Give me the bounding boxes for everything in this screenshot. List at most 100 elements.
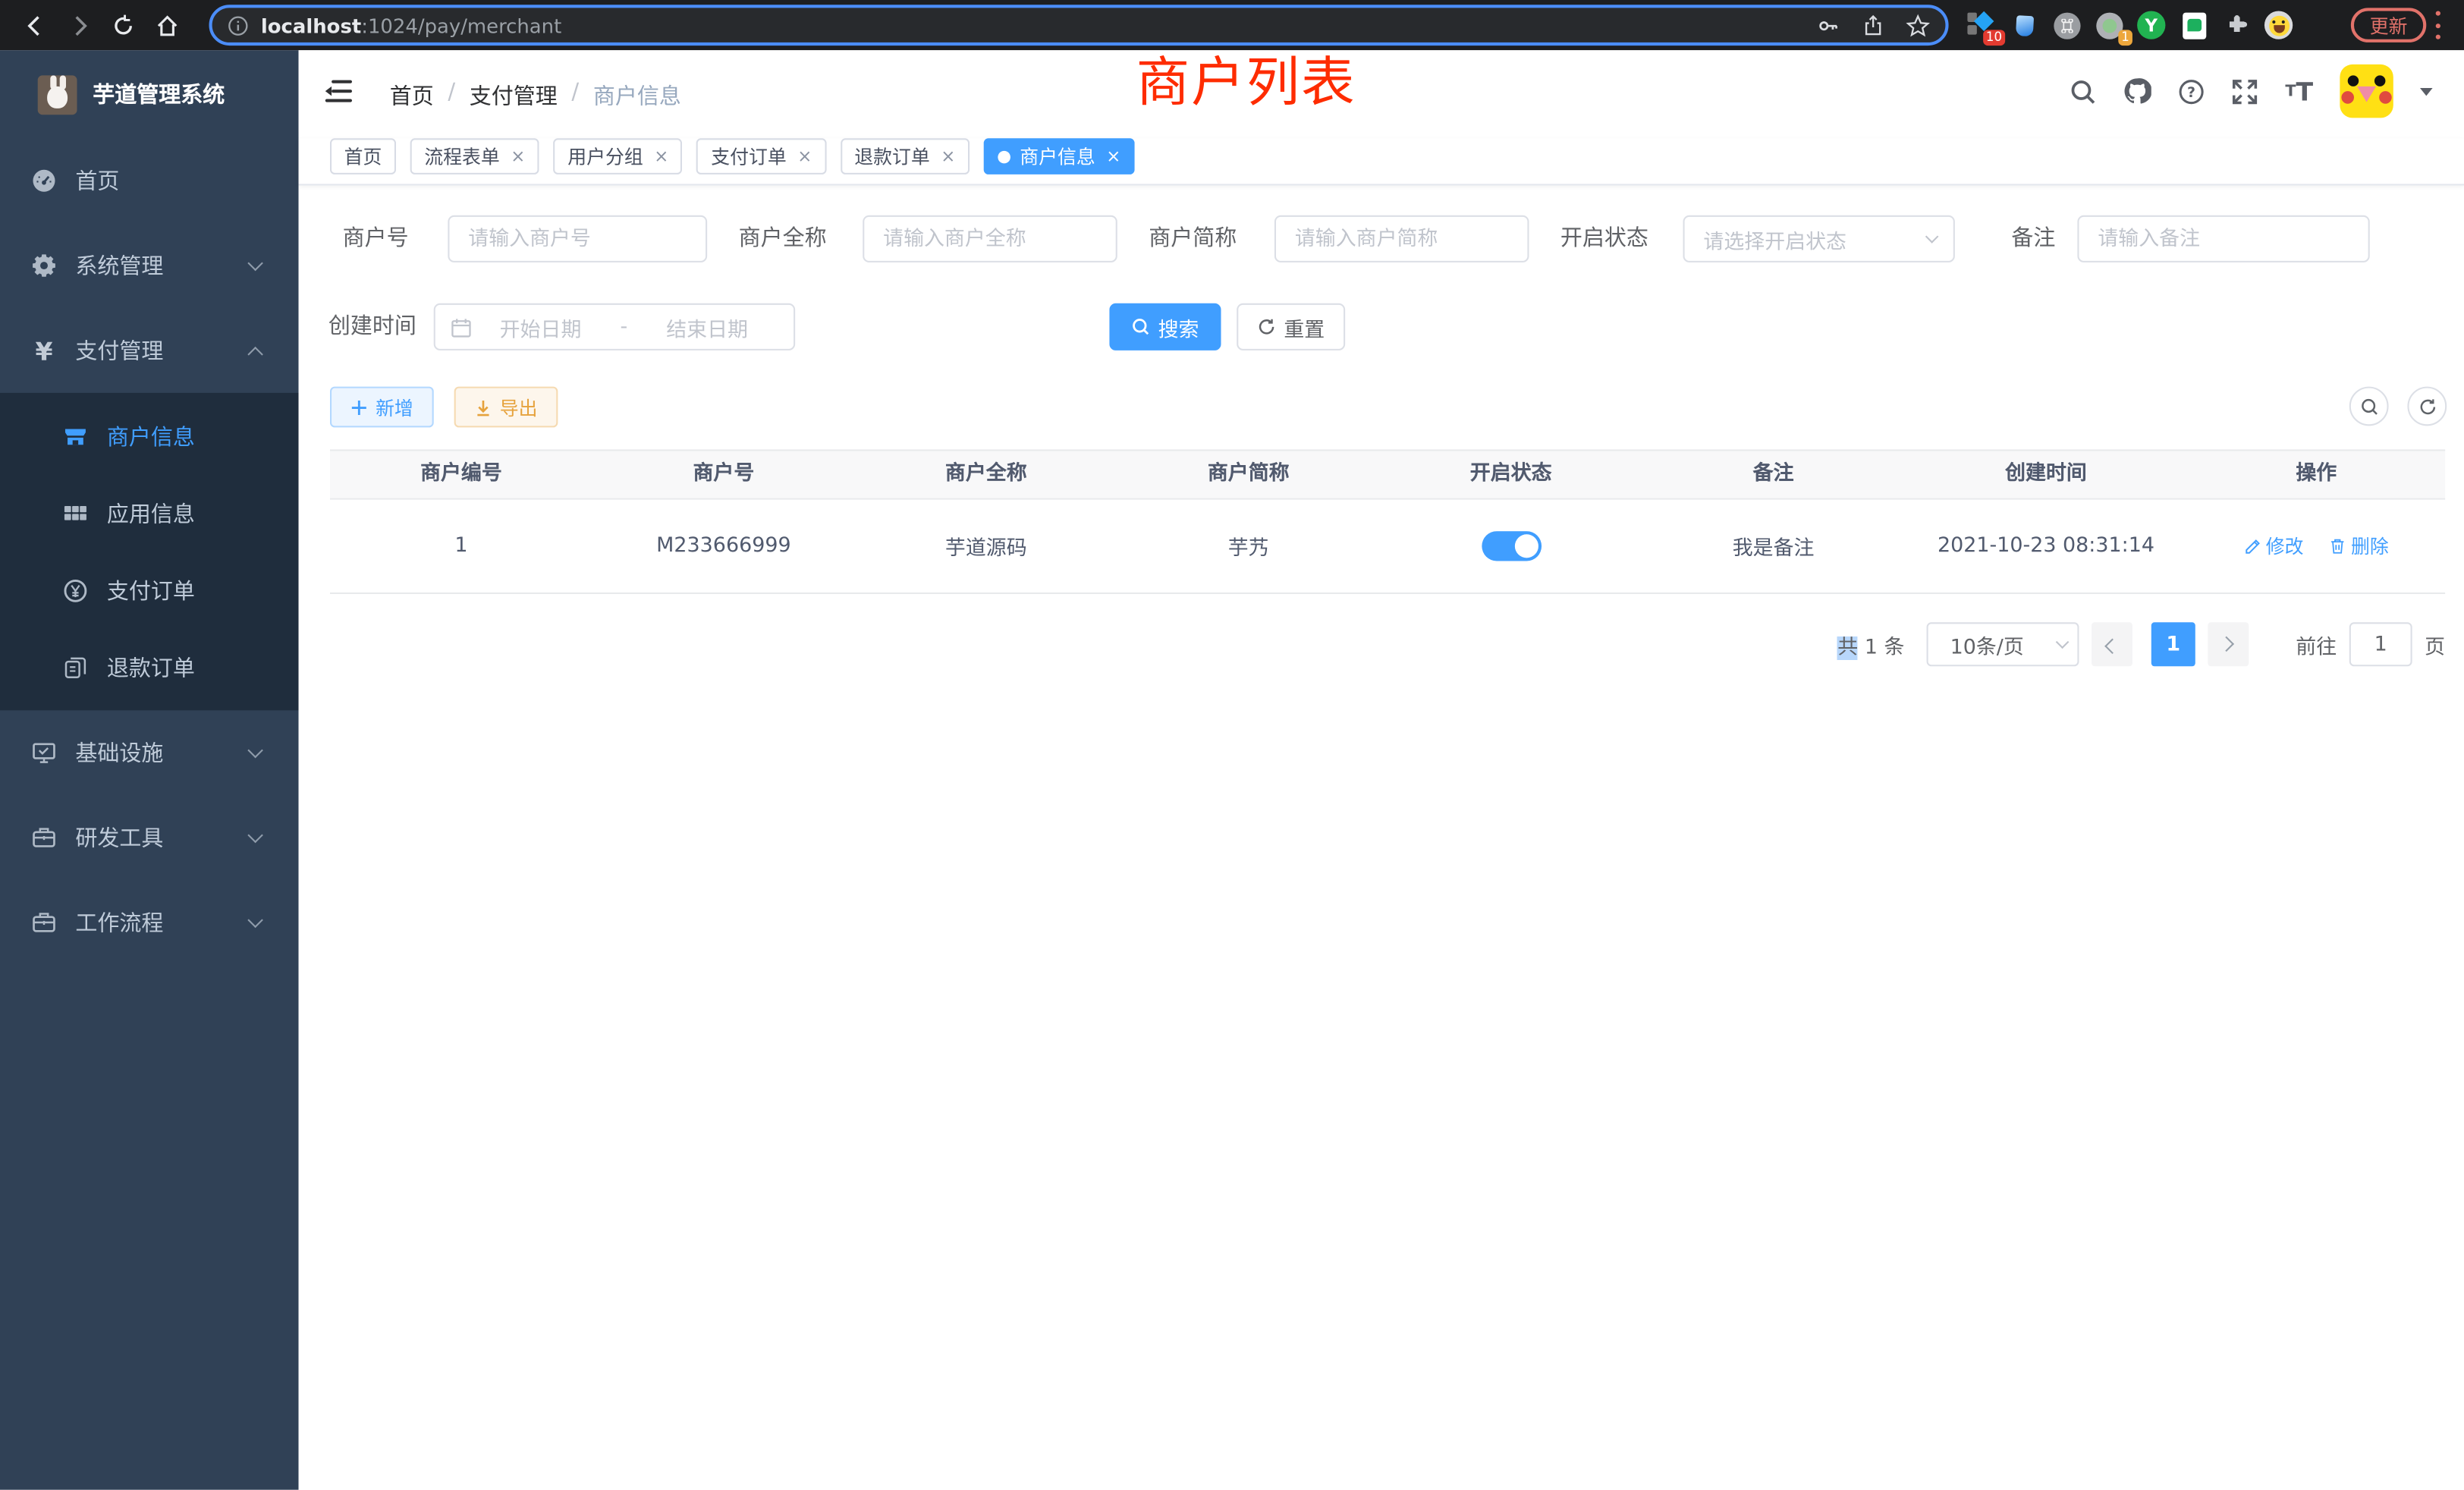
briefcase-icon bbox=[31, 825, 56, 850]
cell-status bbox=[1380, 531, 1642, 561]
search-icon bbox=[2359, 397, 2378, 416]
status-select[interactable]: 请选择开启状态 bbox=[1683, 215, 1955, 262]
svg-text:?: ? bbox=[2188, 84, 2196, 100]
close-icon[interactable]: × bbox=[511, 148, 525, 165]
tab-user-group[interactable]: 用户分组× bbox=[554, 138, 683, 174]
close-icon[interactable]: × bbox=[654, 148, 668, 165]
search-button[interactable]: 搜索 bbox=[1109, 303, 1221, 350]
trash-icon bbox=[2329, 536, 2346, 554]
github-icon[interactable] bbox=[2123, 77, 2151, 105]
sidebar-logo-row[interactable]: 芋道管理系统 bbox=[0, 50, 299, 138]
chevron-down-icon bbox=[247, 828, 263, 844]
sidebar-item-refund-order[interactable]: 退款订单 bbox=[0, 629, 299, 706]
cell-full-name: 芋道源码 bbox=[855, 531, 1117, 561]
user-avatar[interactable] bbox=[2340, 64, 2393, 118]
sidebar-item-label: 研发工具 bbox=[75, 822, 163, 853]
breadcrumb-home[interactable]: 首页 bbox=[390, 80, 434, 112]
help-icon[interactable]: ? bbox=[2179, 78, 2205, 105]
tab-merchant-info[interactable]: 商户信息× bbox=[984, 138, 1135, 174]
close-icon[interactable]: × bbox=[797, 148, 812, 165]
site-info-icon[interactable] bbox=[228, 15, 248, 36]
ext-chat-icon[interactable] bbox=[2180, 11, 2208, 39]
password-key-icon[interactable] bbox=[1817, 14, 1840, 37]
sidebar-item-workflow[interactable]: 工作流程 bbox=[0, 880, 299, 965]
full-name-input[interactable] bbox=[863, 215, 1117, 262]
ext-badge-1: 1 bbox=[2118, 30, 2132, 46]
sidebar-item-app-info[interactable]: 应用信息 bbox=[0, 475, 299, 552]
ext-puzzle-icon[interactable] bbox=[2222, 11, 2250, 39]
tab-home[interactable]: 首页 bbox=[330, 138, 396, 174]
sidebar-item-merchant-info[interactable]: 商户信息 bbox=[0, 398, 299, 475]
next-page-button[interactable] bbox=[2208, 622, 2249, 666]
sidebar-item-system[interactable]: 系统管理 bbox=[0, 223, 299, 308]
tab-pay-order[interactable]: 支付订单× bbox=[697, 138, 826, 174]
chevron-down-icon bbox=[1925, 230, 1939, 244]
app-logo bbox=[38, 74, 77, 114]
sidebar-item-payment[interactable]: ¥ 支付管理 bbox=[0, 308, 299, 393]
ext-gem-icon[interactable] bbox=[2010, 11, 2038, 39]
browser-reload-icon[interactable] bbox=[101, 3, 145, 47]
yen-circle-icon bbox=[63, 577, 88, 602]
page-number-1[interactable]: 1 bbox=[2151, 622, 2195, 666]
ext-profile-icon[interactable]: 1 bbox=[2095, 11, 2123, 39]
prev-page-button[interactable] bbox=[2092, 622, 2132, 666]
url-path: :1024/pay/merchant bbox=[361, 14, 561, 37]
sidebar-item-devtools[interactable]: 研发工具 bbox=[0, 795, 299, 880]
tab-process-form[interactable]: 流程表单× bbox=[410, 138, 539, 174]
ext-emoji-avatar-icon[interactable] bbox=[2264, 11, 2293, 39]
remark-input[interactable] bbox=[2077, 215, 2369, 262]
edit-link[interactable]: 修改 bbox=[2244, 532, 2304, 558]
filter-create-time-label: 创建时间 bbox=[328, 303, 416, 350]
ext-command-icon[interactable] bbox=[2052, 11, 2080, 39]
sidebar: 芋道管理系统 首页 系统管理 ¥ 支付管理 商户信息 bbox=[0, 50, 299, 1490]
breadcrumb-current: 商户信息 bbox=[593, 80, 681, 112]
export-button[interactable]: 导出 bbox=[454, 387, 558, 428]
reset-button[interactable]: 重置 bbox=[1237, 303, 1345, 350]
sidebar-item-label: 系统管理 bbox=[75, 250, 163, 281]
address-bar[interactable]: localhost:1024/pay/merchant bbox=[209, 5, 1949, 46]
font-size-icon[interactable] bbox=[2285, 76, 2313, 105]
goto-unit: 页 bbox=[2425, 630, 2445, 659]
yen-icon: ¥ bbox=[31, 338, 56, 363]
pagination-total: 共 1 条 bbox=[1837, 630, 1904, 659]
topbar-icons: ? bbox=[2070, 50, 2433, 132]
short-name-input[interactable] bbox=[1274, 215, 1529, 262]
share-icon[interactable] bbox=[1862, 14, 1884, 37]
ext-raindrop-icon[interactable]: 10 bbox=[1967, 11, 1995, 39]
ext-y-icon[interactable]: Y bbox=[2137, 11, 2165, 39]
fullscreen-icon[interactable] bbox=[2232, 78, 2258, 105]
user-menu-caret-icon[interactable] bbox=[2420, 87, 2433, 95]
sidebar-item-label: 支付管理 bbox=[75, 335, 163, 366]
browser-forward-icon[interactable] bbox=[57, 3, 101, 47]
chevron-down-icon bbox=[2056, 636, 2070, 649]
browser-home-icon[interactable] bbox=[145, 3, 189, 47]
filter-merchant-no-label: 商户号 bbox=[321, 215, 409, 262]
breadcrumb-payment[interactable]: 支付管理 bbox=[470, 80, 558, 112]
bookmark-star-icon[interactable] bbox=[1906, 14, 1930, 37]
browser-menu-icon[interactable] bbox=[2434, 11, 2440, 39]
close-icon[interactable]: × bbox=[1106, 148, 1120, 165]
create-time-range-picker[interactable]: 开始日期 - 结束日期 bbox=[434, 303, 795, 350]
sidebar-item-infra[interactable]: 基础设施 bbox=[0, 710, 299, 795]
sidebar-item-pay-order[interactable]: 支付订单 bbox=[0, 552, 299, 629]
tab-refund-order[interactable]: 退款订单× bbox=[841, 138, 970, 174]
close-icon[interactable]: × bbox=[941, 148, 955, 165]
browser-update-button[interactable]: 更新 bbox=[2351, 8, 2426, 42]
search-icon[interactable] bbox=[2070, 78, 2097, 105]
page-size-select[interactable]: 10条/页 bbox=[1927, 622, 2079, 666]
goto-page-input[interactable] bbox=[2349, 622, 2412, 666]
cell-merchant-id: 1 bbox=[330, 534, 592, 558]
delete-link[interactable]: 删除 bbox=[2329, 532, 2389, 558]
url-text: localhost:1024/pay/merchant bbox=[261, 14, 561, 37]
sidebar-item-home[interactable]: 首页 bbox=[0, 138, 299, 223]
refresh-table-button[interactable] bbox=[2407, 387, 2447, 426]
browser-back-icon[interactable] bbox=[13, 3, 57, 47]
filter-status-label: 开启状态 bbox=[1560, 215, 1648, 262]
add-button[interactable]: 新增 bbox=[330, 387, 434, 428]
ext-badge-10: 10 bbox=[1983, 30, 2005, 46]
collapse-sidebar-icon[interactable] bbox=[325, 80, 352, 102]
chevron-down-icon bbox=[247, 256, 263, 272]
show-search-toggle-button[interactable] bbox=[2349, 387, 2389, 426]
merchant-no-input[interactable] bbox=[448, 215, 707, 262]
status-toggle[interactable] bbox=[1481, 531, 1541, 561]
